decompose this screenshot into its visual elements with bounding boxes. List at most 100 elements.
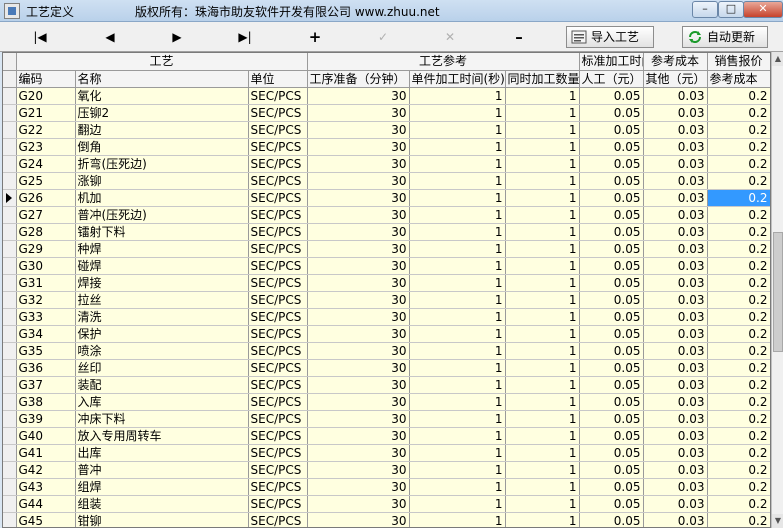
scroll-up-icon[interactable]: ▲ bbox=[772, 52, 783, 66]
cell-concurrent[interactable]: 1 bbox=[505, 172, 580, 190]
cell-name[interactable]: 翻边 bbox=[75, 121, 249, 139]
cell-unit[interactable]: SEC/PCS bbox=[248, 444, 308, 462]
cell-ref-cost[interactable]: 0.2 bbox=[707, 121, 770, 139]
cell-prep[interactable]: 30 bbox=[307, 342, 410, 360]
auto-refresh-button[interactable]: 自动更新 bbox=[682, 26, 768, 48]
table-row[interactable]: G42 普冲 SEC/PCS 30 1 1 0.05 0.03 0.2 bbox=[3, 461, 770, 479]
cell-concurrent[interactable]: 1 bbox=[505, 206, 580, 224]
column-header-unit[interactable]: 单位 bbox=[248, 70, 308, 88]
cell-code[interactable]: G33 bbox=[16, 308, 76, 326]
cell-unit-time[interactable]: 1 bbox=[409, 291, 506, 309]
cell-ref-cost[interactable]: 0.2 bbox=[707, 410, 770, 428]
cell-code[interactable]: G21 bbox=[16, 104, 76, 122]
cell-concurrent[interactable]: 1 bbox=[505, 512, 580, 527]
cell-prep[interactable]: 30 bbox=[307, 223, 410, 241]
cell-other[interactable]: 0.03 bbox=[643, 87, 708, 105]
cell-concurrent[interactable]: 1 bbox=[505, 461, 580, 479]
table-row[interactable]: G40 放入专用周转车 SEC/PCS 30 1 1 0.05 0.03 0.2 bbox=[3, 427, 770, 445]
row-indicator[interactable] bbox=[3, 325, 17, 343]
cell-name[interactable]: 压铆2 bbox=[75, 104, 249, 122]
cell-other[interactable]: 0.03 bbox=[643, 495, 708, 513]
cell-labor[interactable]: 0.05 bbox=[579, 223, 644, 241]
cell-name[interactable]: 入库 bbox=[75, 393, 249, 411]
cell-ref-cost[interactable]: 0.2 bbox=[707, 240, 770, 258]
maximize-button[interactable]: □ bbox=[718, 1, 744, 18]
cell-labor[interactable]: 0.05 bbox=[579, 359, 644, 377]
cell-unit-time[interactable]: 1 bbox=[409, 87, 506, 105]
minimize-button[interactable]: – bbox=[692, 1, 718, 18]
row-indicator[interactable] bbox=[3, 495, 17, 513]
last-record-button[interactable]: ▶| bbox=[230, 28, 260, 46]
cell-prep[interactable]: 30 bbox=[307, 104, 410, 122]
row-indicator[interactable] bbox=[3, 410, 17, 428]
cell-concurrent[interactable]: 1 bbox=[505, 427, 580, 445]
cell-ref-cost[interactable]: 0.2 bbox=[707, 427, 770, 445]
row-indicator[interactable] bbox=[3, 376, 17, 394]
cell-unit[interactable]: SEC/PCS bbox=[248, 308, 308, 326]
cell-unit-time[interactable]: 1 bbox=[409, 257, 506, 275]
cell-prep[interactable]: 30 bbox=[307, 427, 410, 445]
column-header-ref-cost[interactable]: 参考成本 bbox=[707, 70, 770, 88]
table-row[interactable]: G37 装配 SEC/PCS 30 1 1 0.05 0.03 0.2 bbox=[3, 376, 770, 394]
cell-unit-time[interactable]: 1 bbox=[409, 478, 506, 496]
cell-ref-cost[interactable]: 0.2 bbox=[707, 342, 770, 360]
row-indicator[interactable] bbox=[3, 138, 17, 156]
cell-labor[interactable]: 0.05 bbox=[579, 87, 644, 105]
cell-labor[interactable]: 0.05 bbox=[579, 393, 644, 411]
table-row[interactable]: G30 碰焊 SEC/PCS 30 1 1 0.05 0.03 0.2 bbox=[3, 257, 770, 275]
cell-labor[interactable]: 0.05 bbox=[579, 376, 644, 394]
import-craft-button[interactable]: 导入工艺 bbox=[566, 26, 654, 48]
cell-prep[interactable]: 30 bbox=[307, 240, 410, 258]
cell-name[interactable]: 涨铆 bbox=[75, 172, 249, 190]
cell-unit[interactable]: SEC/PCS bbox=[248, 155, 308, 173]
cell-name[interactable]: 种焊 bbox=[75, 240, 249, 258]
row-indicator[interactable] bbox=[3, 189, 17, 207]
column-header-prep[interactable]: 工序准备（分钟） bbox=[307, 70, 410, 88]
cell-prep[interactable]: 30 bbox=[307, 87, 410, 105]
row-indicator[interactable] bbox=[3, 257, 17, 275]
cell-labor[interactable]: 0.05 bbox=[579, 325, 644, 343]
cell-code[interactable]: G36 bbox=[16, 359, 76, 377]
cell-labor[interactable]: 0.05 bbox=[579, 478, 644, 496]
cell-concurrent[interactable]: 1 bbox=[505, 257, 580, 275]
cell-unit[interactable]: SEC/PCS bbox=[248, 223, 308, 241]
cell-ref-cost[interactable]: 0.2 bbox=[707, 257, 770, 275]
cell-labor[interactable]: 0.05 bbox=[579, 121, 644, 139]
cell-ref-cost[interactable]: 0.2 bbox=[707, 223, 770, 241]
cell-ref-cost[interactable]: 0.2 bbox=[707, 206, 770, 224]
cell-unit-time[interactable]: 1 bbox=[409, 359, 506, 377]
cell-prep[interactable]: 30 bbox=[307, 444, 410, 462]
cell-other[interactable]: 0.03 bbox=[643, 172, 708, 190]
table-row[interactable]: G32 拉丝 SEC/PCS 30 1 1 0.05 0.03 0.2 bbox=[3, 291, 770, 309]
cell-name[interactable]: 组焊 bbox=[75, 478, 249, 496]
column-header-other[interactable]: 其他（元） bbox=[643, 70, 708, 88]
cell-unit[interactable]: SEC/PCS bbox=[248, 206, 308, 224]
cell-name[interactable]: 组装 bbox=[75, 495, 249, 513]
row-indicator[interactable] bbox=[3, 172, 17, 190]
cell-name[interactable]: 折弯(压死边) bbox=[75, 155, 249, 173]
cell-concurrent[interactable]: 1 bbox=[505, 376, 580, 394]
cell-other[interactable]: 0.03 bbox=[643, 257, 708, 275]
cell-ref-cost[interactable]: 0.2 bbox=[707, 155, 770, 173]
cell-prep[interactable]: 30 bbox=[307, 257, 410, 275]
cell-unit-time[interactable]: 1 bbox=[409, 342, 506, 360]
cell-unit[interactable]: SEC/PCS bbox=[248, 121, 308, 139]
cell-unit[interactable]: SEC/PCS bbox=[248, 478, 308, 496]
cell-labor[interactable]: 0.05 bbox=[579, 495, 644, 513]
cell-unit-time[interactable]: 1 bbox=[409, 393, 506, 411]
cell-prep[interactable]: 30 bbox=[307, 138, 410, 156]
cell-prep[interactable]: 30 bbox=[307, 393, 410, 411]
cell-code[interactable]: G37 bbox=[16, 376, 76, 394]
table-row[interactable]: G33 清洗 SEC/PCS 30 1 1 0.05 0.03 0.2 bbox=[3, 308, 770, 326]
cell-ref-cost[interactable]: 0.2 bbox=[707, 393, 770, 411]
cell-name[interactable]: 放入专用周转车 bbox=[75, 427, 249, 445]
cell-unit-time[interactable]: 1 bbox=[409, 240, 506, 258]
cell-concurrent[interactable]: 1 bbox=[505, 138, 580, 156]
cell-other[interactable]: 0.03 bbox=[643, 393, 708, 411]
table-row[interactable]: G34 保护 SEC/PCS 30 1 1 0.05 0.03 0.2 bbox=[3, 325, 770, 343]
cell-concurrent[interactable]: 1 bbox=[505, 121, 580, 139]
cell-ref-cost[interactable]: 0.2 bbox=[707, 189, 770, 207]
cell-unit-time[interactable]: 1 bbox=[409, 155, 506, 173]
cell-unit-time[interactable]: 1 bbox=[409, 121, 506, 139]
cell-ref-cost[interactable]: 0.2 bbox=[707, 104, 770, 122]
